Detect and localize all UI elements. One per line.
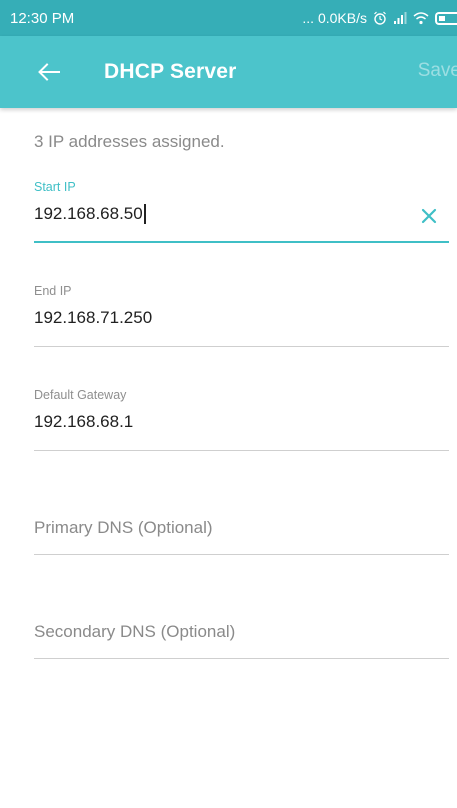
clear-icon[interactable]	[419, 206, 439, 226]
arrow-left-icon	[38, 63, 60, 81]
default-gateway-field[interactable]: Default Gateway 192.168.68.1	[34, 388, 449, 452]
default-gateway-label: Default Gateway	[34, 388, 127, 402]
status-time: 12:30 PM	[10, 9, 75, 27]
app-bar: DHCP Server Save	[0, 36, 457, 108]
default-gateway-input[interactable]: 192.168.68.1	[34, 410, 449, 434]
start-ip-value-row: 192.168.68.50	[34, 202, 449, 226]
screen: 12:30 PM ... 0.0KB/s DHCP Server Save 3 …	[0, 0, 457, 808]
start-ip-field[interactable]: Start IP 192.168.68.50	[34, 180, 449, 244]
default-gateway-underline	[34, 450, 449, 451]
start-ip-label: Start IP	[34, 180, 76, 194]
secondary-dns-underline	[34, 658, 449, 659]
back-button[interactable]	[24, 47, 74, 97]
primary-dns-input[interactable]: Primary DNS (Optional)	[34, 518, 449, 538]
wifi-icon	[413, 12, 429, 25]
status-bar: 12:30 PM ... 0.0KB/s	[0, 0, 457, 36]
text-caret	[143, 204, 146, 224]
assigned-summary: 3 IP addresses assigned.	[34, 132, 225, 151]
signal-icon	[394, 12, 407, 24]
secondary-dns-field[interactable]: Secondary DNS (Optional)	[34, 622, 449, 662]
end-ip-underline	[34, 346, 449, 347]
save-button[interactable]: Save	[418, 60, 457, 82]
start-ip-underline	[34, 241, 449, 243]
status-icons: ... 0.0KB/s	[302, 10, 457, 26]
primary-dns-field[interactable]: Primary DNS (Optional)	[34, 518, 449, 558]
battery-icon	[435, 11, 457, 25]
end-ip-input[interactable]: 192.168.71.250	[34, 306, 449, 330]
network-speed: ... 0.0KB/s	[302, 10, 367, 26]
start-ip-input[interactable]: 192.168.68.50	[34, 204, 143, 224]
primary-dns-underline	[34, 554, 449, 555]
alarm-icon	[374, 11, 386, 25]
secondary-dns-input[interactable]: Secondary DNS (Optional)	[34, 622, 449, 642]
page-title: DHCP Server	[104, 60, 237, 83]
end-ip-label: End IP	[34, 284, 72, 298]
end-ip-field[interactable]: End IP 192.168.71.250	[34, 284, 449, 348]
